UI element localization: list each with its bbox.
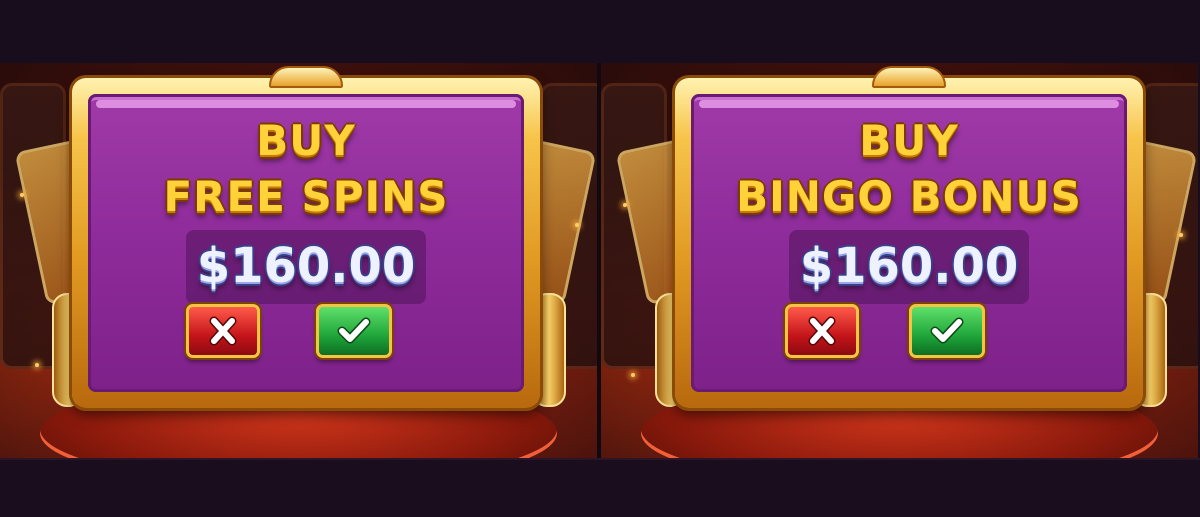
dialog-title-line1: BUY — [256, 116, 356, 165]
price-value: $160.00 — [196, 238, 416, 294]
sparkle — [35, 363, 39, 367]
bottom-bar — [0, 458, 1200, 517]
checkmark-icon — [337, 317, 371, 344]
sparkle — [575, 223, 579, 227]
frame-crest — [269, 66, 343, 88]
dialog-title-line1: BUY — [859, 116, 959, 165]
dialog-frame: BUY FREE SPINS $160.00 — [72, 66, 540, 408]
sparkle — [631, 373, 635, 377]
sparkle — [20, 193, 24, 197]
dialog-highlight — [699, 100, 1119, 108]
cancel-button[interactable] — [186, 304, 260, 358]
dialog-highlight — [96, 100, 516, 108]
frame-crest — [872, 66, 946, 88]
sparkle — [1179, 233, 1183, 237]
price-value: $160.00 — [799, 238, 1019, 294]
confirm-button[interactable] — [909, 304, 985, 358]
dialog-title-line2: FREE SPINS — [163, 172, 449, 221]
buy-bingo-bonus-screen: BUY BINGO BONUS $160.00 — [601, 63, 1198, 458]
close-icon — [209, 316, 237, 346]
cancel-button[interactable] — [785, 304, 859, 358]
sparkle — [623, 203, 627, 207]
dialog-title-line2: BINGO BONUS — [736, 172, 1082, 221]
buy-free-spins-screen: BUY FREE SPINS $160.00 — [0, 63, 597, 458]
dialog-body: BUY FREE SPINS $160.00 — [88, 94, 524, 392]
checkmark-icon — [930, 317, 964, 344]
close-icon — [808, 316, 836, 346]
confirm-button[interactable] — [316, 304, 392, 358]
dialog-frame: BUY BINGO BONUS $160.00 — [675, 66, 1143, 408]
